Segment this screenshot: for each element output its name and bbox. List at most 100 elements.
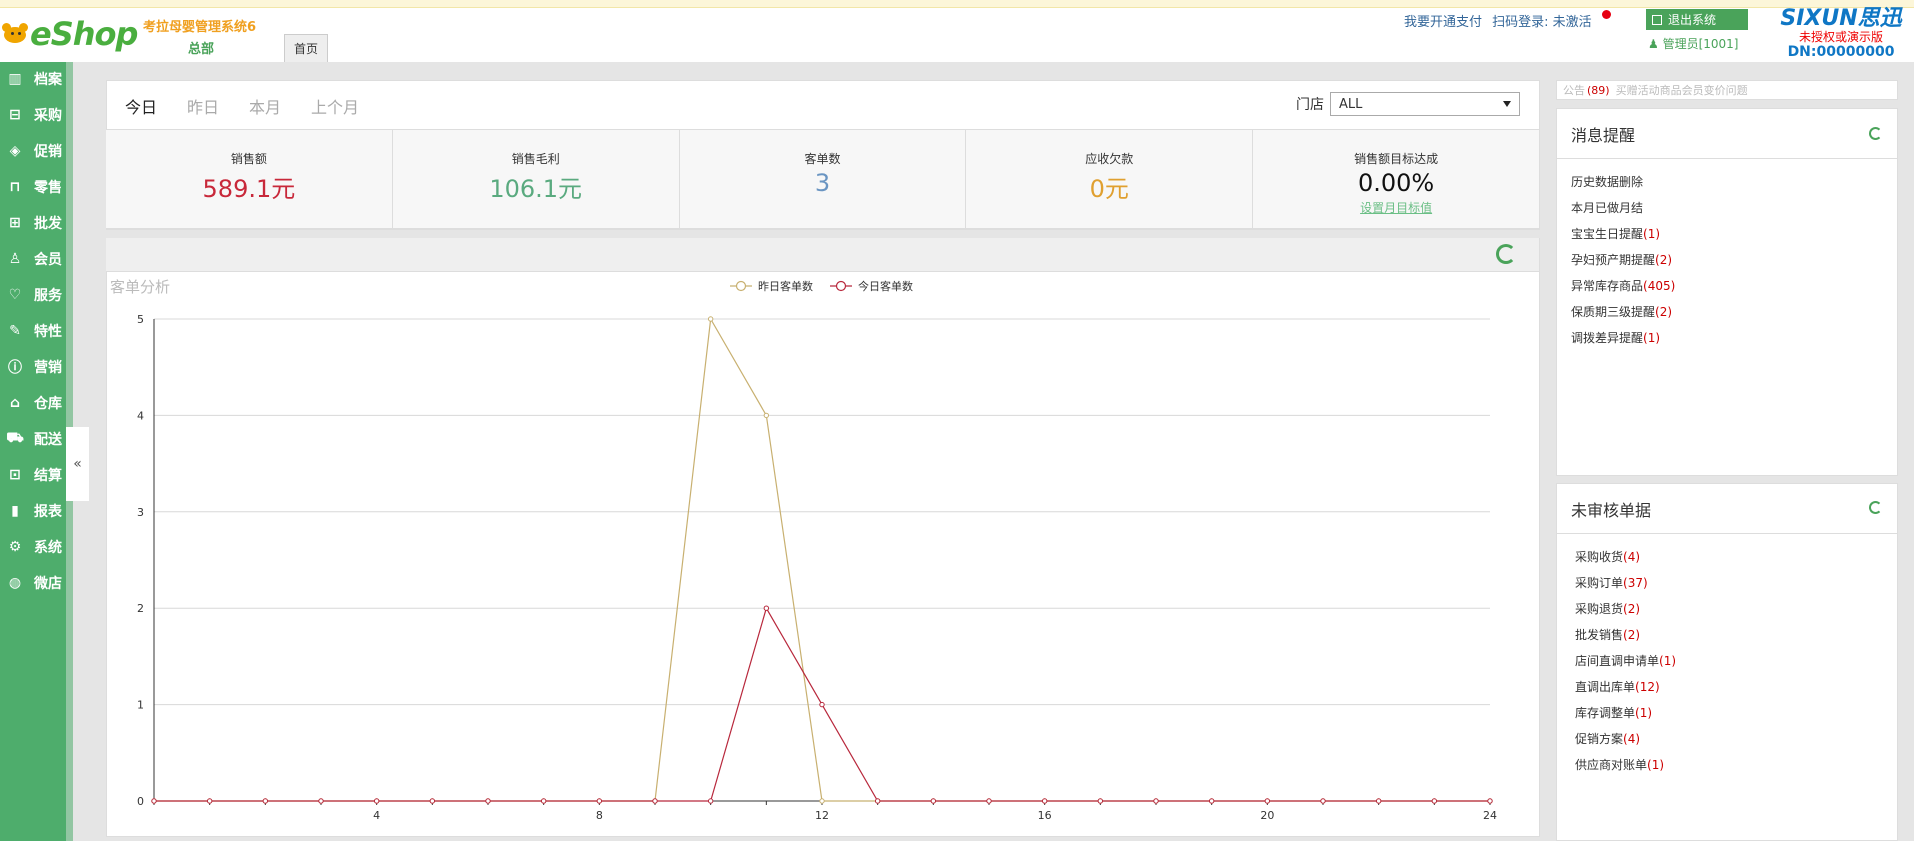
list-item[interactable]: 直调出库单(12) <box>1575 674 1897 700</box>
list-item-label: 采购退货 <box>1575 602 1624 616</box>
data-point <box>819 798 825 804</box>
data-point <box>1431 798 1438 804</box>
list-item-count: (1) <box>1643 227 1661 241</box>
truck-icon: ⛟ <box>6 430 24 446</box>
sidebar-item-label: 仓库 <box>34 396 62 412</box>
list-item-count: (2) <box>1655 253 1673 267</box>
list-item-label: 异常库存商品 <box>1571 279 1644 293</box>
list-item[interactable]: 促销方案(4) <box>1575 726 1897 752</box>
eshop-logo[interactable]: eShop <box>2 14 138 54</box>
basket-icon: ⊟ <box>9 107 21 123</box>
x-tick-label: 8 <box>596 809 603 822</box>
legend-marker <box>835 280 847 292</box>
sixun-logo: SIXUN思迅 <box>1780 6 1902 31</box>
sidebar-item-settle[interactable]: ⊡ 结算 <box>0 460 66 490</box>
messages-title: 消息提醒 <box>1557 109 1897 159</box>
sidebar-item-bar-chart[interactable]: ▮ 报表 <box>0 496 66 526</box>
list-item-count: (2) <box>1655 305 1673 319</box>
sidebar-item-info[interactable]: ⓘ 营销 <box>0 352 66 382</box>
data-point <box>540 798 547 804</box>
logout-icon <box>1652 14 1662 25</box>
list-item[interactable]: 店间直调申请单(1) <box>1575 648 1897 674</box>
dropdown-arrow-icon <box>1503 101 1511 107</box>
store-select[interactable]: ALL <box>1330 92 1520 116</box>
set-target-link[interactable]: 设置月目标值 <box>1253 199 1539 216</box>
sidebar-item-user[interactable]: ♙ 会员 <box>0 244 66 274</box>
notification-dot <box>1602 10 1611 19</box>
list-item[interactable]: 采购退货(2) <box>1575 596 1897 622</box>
admin-user[interactable]: ♟ 管理员[1001] <box>1648 35 1738 52</box>
list-item-label: 宝宝生日提醒 <box>1571 227 1644 241</box>
data-point <box>373 798 380 804</box>
y-tick-label: 4 <box>137 409 144 422</box>
legend-label: 今日客单数 <box>858 279 913 293</box>
sidebar-item-box[interactable]: ⊞ 批发 <box>0 208 66 238</box>
list-item-count: (4) <box>1623 732 1641 746</box>
tab-this-month[interactable]: 本月 <box>249 94 281 118</box>
x-tick-label: 12 <box>815 809 829 822</box>
sidebar-item-basket[interactable]: ⊟ 采购 <box>0 100 66 130</box>
sidebar-item-bag[interactable]: ⊓ 零售 <box>0 172 66 202</box>
stat-label: 销售额目标达成 <box>1354 152 1439 166</box>
refresh-icon[interactable] <box>1869 127 1882 140</box>
sidebar-item-heart[interactable]: ♡ 服务 <box>0 280 66 310</box>
tab-last-month[interactable]: 上个月 <box>311 94 359 118</box>
tab-home[interactable]: 首页 <box>284 34 328 62</box>
list-item[interactable]: 宝宝生日提醒(1) <box>1571 221 1897 247</box>
notice-bar[interactable]: 公告 (89) 买赠活动商品会员变价问题 <box>1556 80 1898 100</box>
stat-value: 3 <box>814 169 831 197</box>
stat-value: 106.1元 <box>489 175 583 203</box>
list-item[interactable]: 采购订单(37) <box>1575 570 1897 596</box>
list-item[interactable]: 调拨差异提醒(1) <box>1571 325 1897 351</box>
logout-button[interactable]: 退出系统 <box>1646 9 1748 30</box>
sidebar-item-gear[interactable]: ⚙ 系统 <box>0 532 66 562</box>
list-item[interactable]: 保质期三级提醒(2) <box>1571 299 1897 325</box>
list-item-count: (2) <box>1623 602 1641 616</box>
list-item[interactable]: 孕妇预产期提醒(2) <box>1571 247 1897 273</box>
list-item-count: (2) <box>1623 628 1641 642</box>
sidebar-item-wand[interactable]: ✎ 特性 <box>0 316 66 346</box>
gear-icon: ⚙ <box>8 539 22 555</box>
y-tick-label: 3 <box>137 506 144 519</box>
refresh-icon[interactable] <box>1869 501 1882 514</box>
refresh-icon[interactable] <box>1496 244 1516 264</box>
sidebar-item-tag[interactable]: ◈ 促销 <box>0 136 66 166</box>
data-point <box>707 316 714 322</box>
bear-logo-icon <box>2 23 28 45</box>
unreviewed-title: 未审核单据 <box>1557 484 1897 534</box>
data-point <box>1097 798 1104 804</box>
x-tick-label: 24 <box>1483 809 1497 822</box>
data-point <box>206 798 213 804</box>
y-tick-label: 2 <box>137 602 144 615</box>
list-item[interactable]: 批发销售(2) <box>1575 622 1897 648</box>
open-payment-link[interactable]: 我要开通支付 <box>1404 15 1482 30</box>
list-item[interactable]: 供应商对账单(1) <box>1575 752 1897 778</box>
list-item[interactable]: 异常库存商品(405) <box>1571 273 1897 299</box>
tab-yesterday[interactable]: 昨日 <box>187 94 219 118</box>
sidebar-item-warehouse[interactable]: ⌂ 仓库 <box>0 388 66 418</box>
scan-login-link[interactable]: 扫码登录: 未激活 <box>1492 15 1592 30</box>
archive-icon: ▥ <box>8 71 22 87</box>
sidebar-item-label: 档案 <box>34 72 62 88</box>
sidebar-item-archive[interactable]: ▥ 档案 <box>0 64 66 94</box>
list-item[interactable]: 本月已做月结 <box>1571 195 1897 221</box>
sidebar-collapse-button[interactable]: « <box>66 427 89 501</box>
list-item[interactable]: 历史数据删除 <box>1571 169 1897 195</box>
list-item-count: (405) <box>1643 279 1676 293</box>
list-item[interactable]: 库存调整单(1) <box>1575 700 1897 726</box>
series-line <box>154 317 1490 802</box>
list-item-label: 库存调整单 <box>1575 706 1636 720</box>
sidebar-item-shop[interactable]: ◍ 微店 <box>0 568 66 598</box>
stat-orders: 客单数 3 <box>680 130 967 228</box>
tab-today[interactable]: 今日 <box>125 94 157 118</box>
sidebar-item-label: 服务 <box>34 288 62 304</box>
data-point <box>707 798 714 804</box>
top-links: 我要开通支付 扫码登录: 未激活 <box>1404 11 1598 30</box>
stat-label: 销售额 <box>230 152 267 166</box>
settle-icon: ⊡ <box>9 467 21 483</box>
list-item-label: 促销方案 <box>1575 732 1624 746</box>
store-label: 门店 <box>1296 97 1324 113</box>
list-item[interactable]: 采购收货(4) <box>1575 544 1897 570</box>
sidebar-item-truck[interactable]: ⛟ 配送 <box>0 424 66 454</box>
data-point <box>1264 798 1271 804</box>
